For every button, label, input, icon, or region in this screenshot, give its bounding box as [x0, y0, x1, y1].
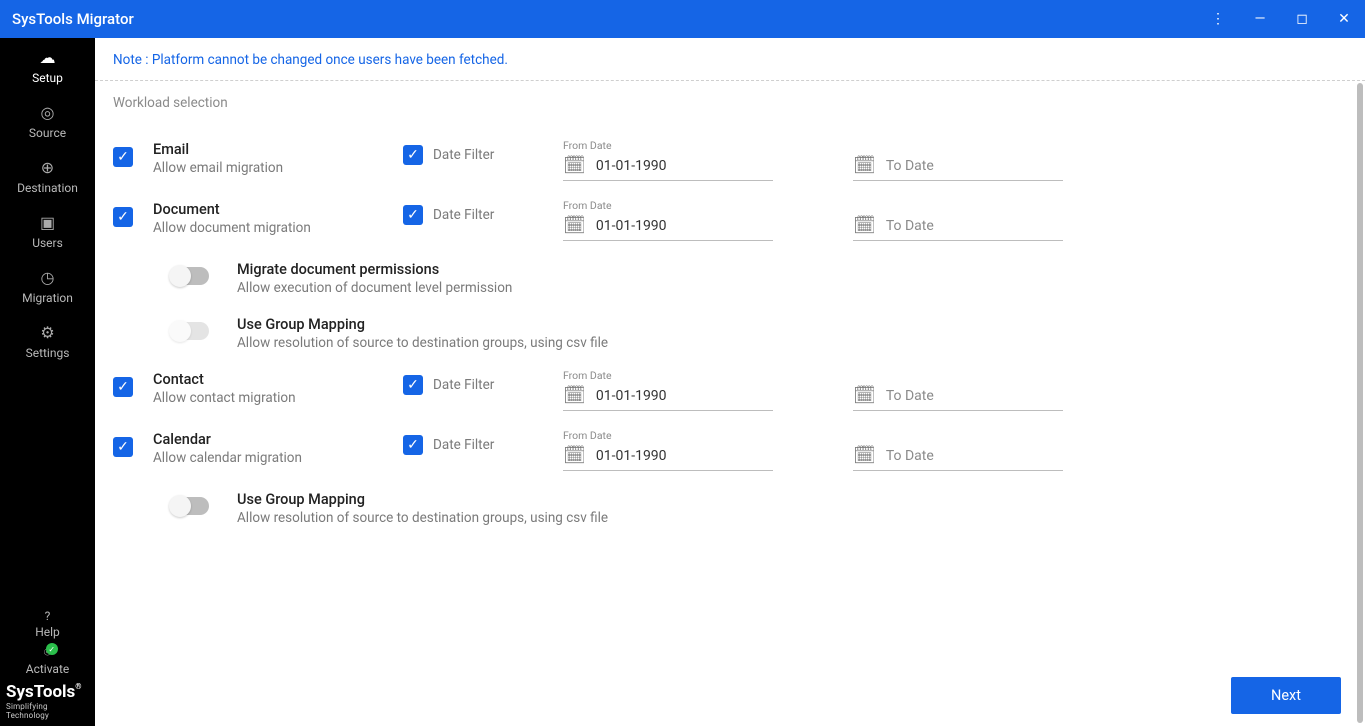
workload-checkbox-email[interactable] [113, 147, 133, 167]
sidebar-item-label: Destination [17, 181, 78, 195]
next-button[interactable]: Next [1231, 677, 1341, 714]
date-filter-label: Date Filter [433, 147, 494, 163]
sub-option-subtitle: Allow resolution of source to destinatio… [237, 510, 608, 526]
toggle-migrate document permissions[interactable] [171, 267, 209, 285]
from-date-input-calendar[interactable]: 01-01-1990 [596, 448, 773, 464]
sidebar-item-setup[interactable]: ☁ Setup [0, 38, 95, 93]
date-filter-checkbox-email[interactable] [403, 145, 423, 165]
sub-option-title: Migrate document permissions [237, 261, 512, 278]
brand-logo: SysTools® Simplifying Technology [0, 682, 95, 726]
calendar-icon[interactable]: 🗓 [563, 215, 586, 236]
sidebar-item-users[interactable]: ▣ Users [0, 203, 95, 258]
sidebar-item-source[interactable]: ◎ Source [0, 93, 95, 148]
workload-title: Email [153, 141, 383, 158]
calendar-icon[interactable]: 🗓 [563, 445, 586, 466]
to-date-input-calendar[interactable]: To Date [886, 448, 1063, 464]
minimize-icon[interactable]: — [1251, 11, 1269, 27]
platform-note: Note : Platform cannot be changed once u… [95, 38, 1365, 80]
calendar-icon[interactable]: 🗓 [853, 385, 876, 406]
workload-checkbox-document[interactable] [113, 207, 133, 227]
date-filter-checkbox-calendar[interactable] [403, 435, 423, 455]
sidebar-help[interactable]: ? Help [35, 609, 60, 639]
date-filter-label: Date Filter [433, 437, 494, 453]
menu-dots-icon[interactable]: ⋮ [1209, 11, 1227, 27]
help-icon: ? [45, 609, 51, 623]
from-date-label: From Date [563, 429, 773, 445]
sidebar-item-label: Source [29, 126, 66, 140]
from-date-label: From Date [563, 369, 773, 385]
sidebar-item-destination[interactable]: ⊕ Destination [0, 148, 95, 203]
toggle-use group mapping[interactable] [171, 497, 209, 515]
maximize-icon[interactable]: ◻ [1293, 11, 1311, 27]
sub-option-title: Use Group Mapping [237, 316, 608, 333]
calendar-icon[interactable]: 🗓 [563, 155, 586, 176]
workload-subtitle: Allow email migration [153, 160, 383, 176]
account-icon: ▣ [40, 213, 55, 232]
date-filter-checkbox-document[interactable] [403, 205, 423, 225]
clock-icon: ◷ [41, 268, 55, 287]
workload-subtitle: Allow calendar migration [153, 450, 383, 466]
to-date-input-contact[interactable]: To Date [886, 388, 1063, 404]
sidebar-help-label: Help [35, 625, 60, 639]
sidebar-item-settings[interactable]: ⚙ Settings [0, 313, 95, 368]
brand-name: SysTools [6, 682, 75, 702]
sidebar-item-label: Settings [26, 346, 70, 360]
target-icon: ◎ [41, 103, 55, 122]
workload-subtitle: Allow document migration [153, 220, 383, 236]
status-dot-icon: ✓ [46, 643, 58, 655]
calendar-icon[interactable]: 🗓 [853, 215, 876, 236]
from-date-input-document[interactable]: 01-01-1990 [596, 218, 773, 234]
sidebar: ☁ Setup ◎ Source ⊕ Destination ▣ Users ◷… [0, 38, 95, 726]
calendar-icon[interactable]: 🗓 [853, 155, 876, 176]
sidebar-item-label: Setup [32, 71, 63, 85]
from-date-input-email[interactable]: 01-01-1990 [596, 158, 773, 174]
sidebar-activate-label: Activate [26, 662, 70, 676]
date-filter-checkbox-contact[interactable] [403, 375, 423, 395]
date-filter-label: Date Filter [433, 377, 494, 393]
workload-checkbox-calendar[interactable] [113, 437, 133, 457]
workload-title: Document [153, 201, 383, 218]
section-label: Workload selection [95, 89, 1365, 121]
sub-option-title: Use Group Mapping [237, 491, 608, 508]
scrollbar[interactable] [1357, 83, 1363, 723]
window-title: SysTools Migrator [12, 10, 1209, 28]
close-icon[interactable]: ✕ [1335, 11, 1353, 27]
sidebar-item-label: Migration [22, 291, 73, 305]
sub-option-subtitle: Allow resolution of source to destinatio… [237, 335, 608, 351]
workload-title: Calendar [153, 431, 383, 448]
workload-title: Contact [153, 371, 383, 388]
brand-tagline: Simplifying Technology [6, 702, 89, 720]
from-date-input-contact[interactable]: 01-01-1990 [596, 388, 773, 404]
cloud-icon: ☁ [40, 48, 56, 67]
divider [95, 80, 1365, 81]
workload-subtitle: Allow contact migration [153, 390, 383, 406]
calendar-icon[interactable]: 🗓 [563, 385, 586, 406]
from-date-label: From Date [563, 199, 773, 215]
from-date-label: From Date [563, 139, 773, 155]
toggle-use group mapping[interactable] [171, 322, 209, 340]
sub-option-subtitle: Allow execution of document level permis… [237, 280, 512, 296]
title-bar: SysTools Migrator ⋮ — ◻ ✕ [0, 0, 1365, 38]
to-date-input-email[interactable]: To Date [886, 158, 1063, 174]
calendar-icon[interactable]: 🗓 [853, 445, 876, 466]
workload-checkbox-contact[interactable] [113, 377, 133, 397]
sidebar-item-migration[interactable]: ◷ Migration [0, 258, 95, 313]
sidebar-item-label: Users [32, 236, 63, 250]
gear-icon: ⚙ [40, 323, 54, 342]
locate-icon: ⊕ [41, 158, 54, 177]
sidebar-activate[interactable]: ✓ ⌾ Activate [26, 645, 70, 676]
date-filter-label: Date Filter [433, 207, 494, 223]
to-date-input-document[interactable]: To Date [886, 218, 1063, 234]
